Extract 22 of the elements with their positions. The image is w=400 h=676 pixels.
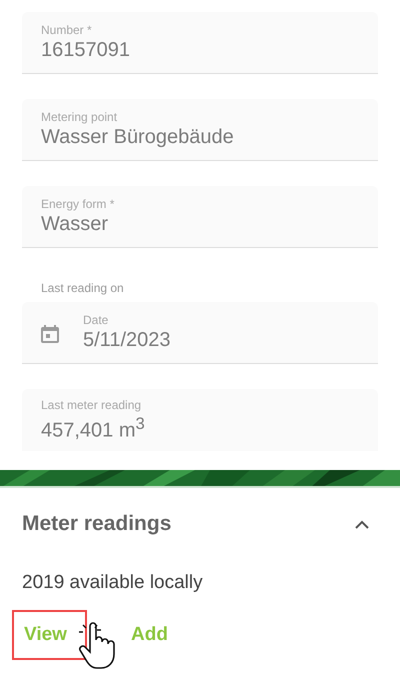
section-title: Meter readings [22, 512, 172, 536]
calendar-icon [41, 322, 59, 342]
field-label: Date [83, 313, 110, 327]
field-value: Wasser Bürogebäude [41, 126, 234, 149]
text-field[interactable]: Number * 16157091 [22, 12, 378, 74]
collapse-chevron-icon[interactable] [354, 519, 370, 529]
field-label: Number * [41, 23, 93, 37]
field-label: Last meter reading [41, 398, 142, 412]
field-value: 16157091 [41, 39, 130, 62]
text-field[interactable]: Energy form * Wasser [22, 186, 378, 248]
field-caption: Last reading on [41, 281, 125, 295]
hand-pointer-icon [76, 622, 116, 672]
field-value: Wasser [41, 213, 110, 236]
field-label: Metering point [41, 110, 118, 124]
field-label: Energy form * [41, 197, 114, 211]
text-field[interactable]: Last meter reading 457,401 m$^{3}$ [22, 389, 378, 451]
field-value: 5/11/2023 [83, 329, 170, 352]
text-field[interactable]: Metering point Wasser Bürogebäude [22, 99, 378, 161]
action-link[interactable]: Add [119, 610, 178, 660]
field-value: 457,401 m$^{3}$ [41, 414, 145, 442]
availability-text: 2019 available locally [22, 572, 204, 594]
date-field[interactable]: Date 5/11/2023 [22, 302, 378, 364]
